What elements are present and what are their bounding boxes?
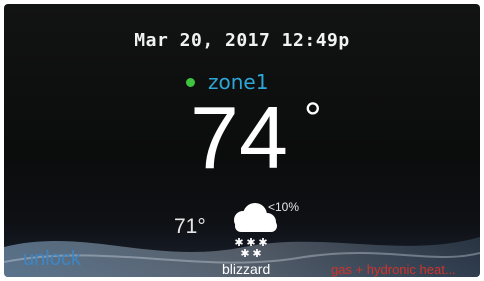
unlock-button[interactable]: unlock	[23, 248, 81, 271]
degree-symbol: °	[304, 94, 322, 143]
system-mode-button[interactable]: gas + hydronic heat...	[331, 262, 480, 277]
indoor-temperature[interactable]: 74	[190, 88, 288, 188]
zone-status-dot	[186, 77, 195, 87]
weather-condition: blizzard	[222, 261, 271, 277]
outdoor-temperature: 71°	[174, 215, 206, 238]
date-time: Mar 20, 2017 12:49p	[134, 30, 350, 51]
svg-text:✱: ✱	[240, 247, 249, 260]
svg-text:✱: ✱	[252, 247, 261, 260]
precipitation-chance: <10%	[268, 200, 300, 214]
thermostat-screen: Mar 20, 2017 12:49p zone1 74 ° 71° ✱ ✱ ✱…	[4, 4, 480, 277]
